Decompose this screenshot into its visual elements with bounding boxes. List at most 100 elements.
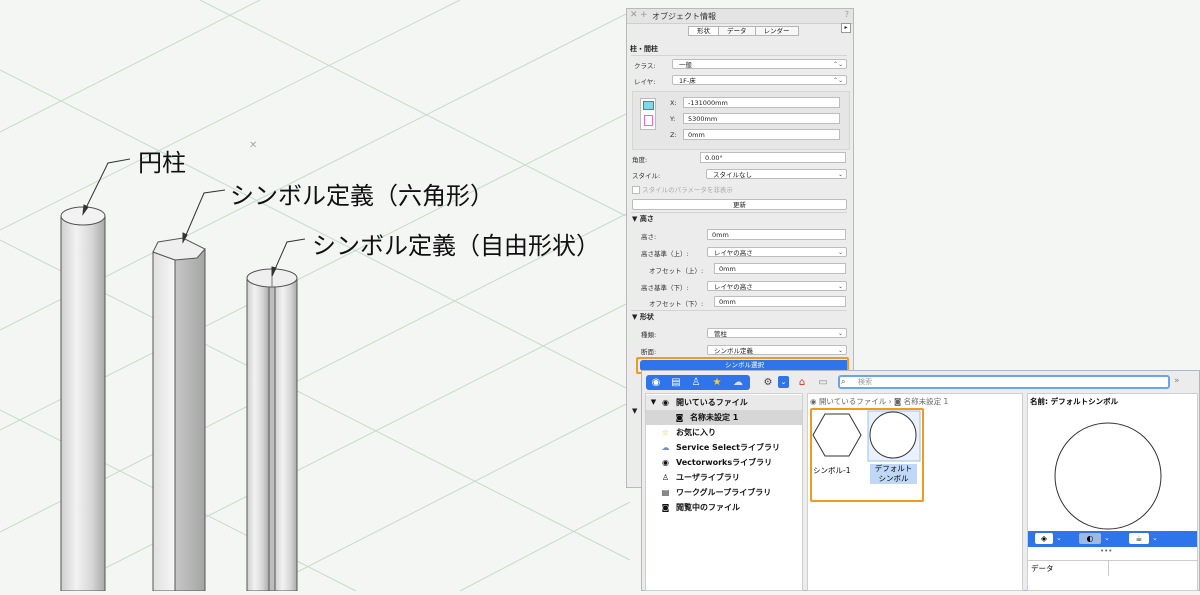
tree-item-vectorworks-library[interactable]: ◉ Vectorworksライブラリ [646, 455, 802, 470]
plus-icon[interactable]: + [640, 10, 648, 20]
close-icon[interactable]: ✕ [630, 10, 638, 20]
preview-name: 名前: デフォルトシンボル [1030, 396, 1118, 407]
home-icon[interactable]: ⌂ [795, 376, 809, 389]
style-value: スタイルなし [713, 171, 752, 179]
collapse-arrow-icon[interactable]: ▸ [841, 23, 851, 33]
file-icon: ◙ [894, 397, 904, 406]
chevron-down-icon[interactable]: ⌄ [778, 376, 789, 388]
rm-toolbar: ◉ ▤ ♙ ★ ☁ ⚙ ⌄ ⌂ ▭ 検索 ⌕ » [642, 371, 1200, 393]
chevron-down-icon[interactable]: ⌄ [1056, 534, 1062, 542]
section-dropdown[interactable]: シンボル定義 ⌄ [707, 345, 847, 355]
top-reference-label: 高さ基準（上）: [641, 250, 689, 258]
hexagon-column[interactable] [152, 237, 206, 592]
checkbox-icon [632, 186, 640, 194]
render-mode-icon[interactable]: ◈ [1035, 533, 1053, 544]
kind-label: 種類: [641, 331, 657, 339]
breadcrumb-separator: › [888, 397, 892, 406]
callout-hexagon-symbol: シンボル定義（六角形） [230, 182, 494, 210]
star-icon[interactable]: ★ [710, 376, 724, 389]
chevron-down-icon: ⌄ [837, 171, 843, 178]
section-label: 断面: [641, 348, 657, 356]
vectorworks-icon: ◉ [662, 458, 669, 467]
tree-item-label: 開いているファイル [676, 398, 748, 407]
tree-item-favorites[interactable]: ☆ お気に入り [646, 425, 802, 440]
freeform-column[interactable] [246, 268, 298, 592]
kind-value: 管柱 [714, 330, 727, 338]
divider [631, 212, 847, 213]
disclosure-triangle-icon[interactable]: ▼ [632, 407, 637, 415]
chevron-down-icon: ⌄ [837, 330, 843, 337]
x-field[interactable]: -131000mm [683, 97, 840, 108]
tree-item-service-select-library[interactable]: ☁ Service Selectライブラリ [646, 440, 802, 455]
tab-data[interactable]: データ [718, 26, 756, 36]
layer-value: 1F-床 [679, 77, 696, 85]
search-input[interactable]: 検索 [838, 375, 1170, 389]
bottom-reference-label: 高さ基準（下）: [641, 284, 689, 292]
symbol-tiles-highlight [810, 408, 924, 502]
z-field[interactable]: 0mm [683, 129, 840, 140]
offset-top-field[interactable]: 0mm [714, 263, 846, 274]
data-header: データ [1031, 564, 1054, 573]
top-reference-dropdown[interactable]: レイヤの高さ ⌄ [707, 247, 847, 257]
y-label: Y: [670, 115, 676, 123]
height-section-header[interactable]: ▼ 高さ [632, 214, 654, 224]
expand-icon[interactable]: » [1174, 376, 1180, 386]
folder-icon[interactable]: ▭ [816, 376, 830, 389]
chevron-down-icon[interactable]: ⌄ [1104, 534, 1110, 542]
tree-item-browsing-files[interactable]: ◙ 閲覧中のファイル [646, 500, 802, 515]
tab-render[interactable]: レンダー [754, 26, 799, 36]
tree-item-open-files[interactable]: ▼ ◉ 開いているファイル [646, 395, 802, 410]
workgroup-library-icon: ▤ [661, 488, 670, 497]
layer-dropdown[interactable]: 1F-床 ⌃⌄ [672, 75, 847, 85]
cylinder-column[interactable] [60, 206, 106, 592]
cloud-icon[interactable]: ☁ [731, 376, 745, 389]
gear-icon[interactable]: ⚙ [761, 376, 775, 389]
oip-title: オブジェクト情報 [652, 12, 716, 21]
oip-tabs: 形状 データ レンダー [688, 26, 799, 36]
teapot-icon[interactable]: ☕ [1129, 533, 1149, 544]
chevron-down-icon: ⌄ [837, 347, 843, 354]
vectorworks-icon[interactable]: ◉ [649, 376, 663, 389]
vectorworks-icon: ◉ [810, 397, 819, 406]
tree-item-untitled-file[interactable]: ◙ 名称未設定 1 [646, 410, 802, 425]
hide-style-params-checkbox[interactable]: スタイルのパラメータを非表示 [632, 184, 733, 194]
offset-bottom-field[interactable]: 0mm [714, 296, 846, 307]
view-mode-icon[interactable]: ◐ [1079, 533, 1101, 544]
callout-freeform-symbol: シンボル定義（自由形状） [312, 232, 600, 260]
oip-titlebar[interactable]: ✕ + オブジェクト情報 ? [627, 9, 853, 24]
workgroup-library-icon[interactable]: ▤ [669, 376, 683, 389]
breadcrumb-file[interactable]: 名称未設定 1 [904, 397, 949, 406]
height-field[interactable]: 0mm [707, 229, 846, 240]
tree-item-label: ユーザライブラリ [676, 473, 740, 482]
file-icon: ◙ [661, 503, 670, 512]
splitter-handle[interactable]: ••• [1100, 547, 1112, 555]
tree-item-label: 名称未設定 1 [690, 413, 739, 422]
tab-shape[interactable]: 形状 [688, 26, 719, 36]
help-icon[interactable]: ? [845, 10, 849, 19]
library-tree: ▼ ◉ 開いているファイル ◙ 名称未設定 1 ☆ お気に入り ☁ Servic… [645, 393, 803, 591]
disclosure-triangle-icon: ▼ [650, 398, 657, 406]
user-library-icon[interactable]: ♙ [689, 376, 703, 389]
angle-field[interactable]: 0.00° [700, 152, 846, 163]
preview-name-value: デフォルトシンボル [1050, 397, 1119, 406]
tree-item-workgroup-library[interactable]: ▤ ワークグループライブラリ [646, 485, 802, 500]
chevron-down-icon[interactable]: ⌄ [1152, 534, 1158, 542]
reference-point-icon[interactable] [640, 98, 656, 130]
style-dropdown[interactable]: スタイルなし ⌄ [706, 169, 847, 179]
file-icon: ◙ [675, 413, 684, 422]
offset-top-label: オフセット（上）: [649, 267, 704, 275]
bottom-reference-value: レイヤの高さ [714, 283, 753, 291]
shape-section-header[interactable]: ▼ 形状 [632, 312, 654, 322]
chevron-down-icon: ⌄ [837, 283, 843, 290]
preview-circle [1054, 422, 1162, 530]
y-field[interactable]: 5300mm [683, 113, 840, 124]
update-button[interactable]: 更新 [632, 199, 847, 210]
kind-dropdown[interactable]: 管柱 ⌄ [707, 328, 847, 338]
bottom-reference-dropdown[interactable]: レイヤの高さ ⌄ [707, 281, 847, 291]
updown-chevron-icon: ⌃⌄ [832, 61, 843, 68]
tree-item-user-library[interactable]: ♙ ユーザライブラリ [646, 470, 802, 485]
class-dropdown[interactable]: 一般 ⌃⌄ [672, 59, 847, 69]
breadcrumb-open-files[interactable]: 開いているファイル [819, 397, 886, 406]
tree-item-label: Service Selectライブラリ [676, 443, 780, 452]
class-value: 一般 [679, 61, 692, 69]
